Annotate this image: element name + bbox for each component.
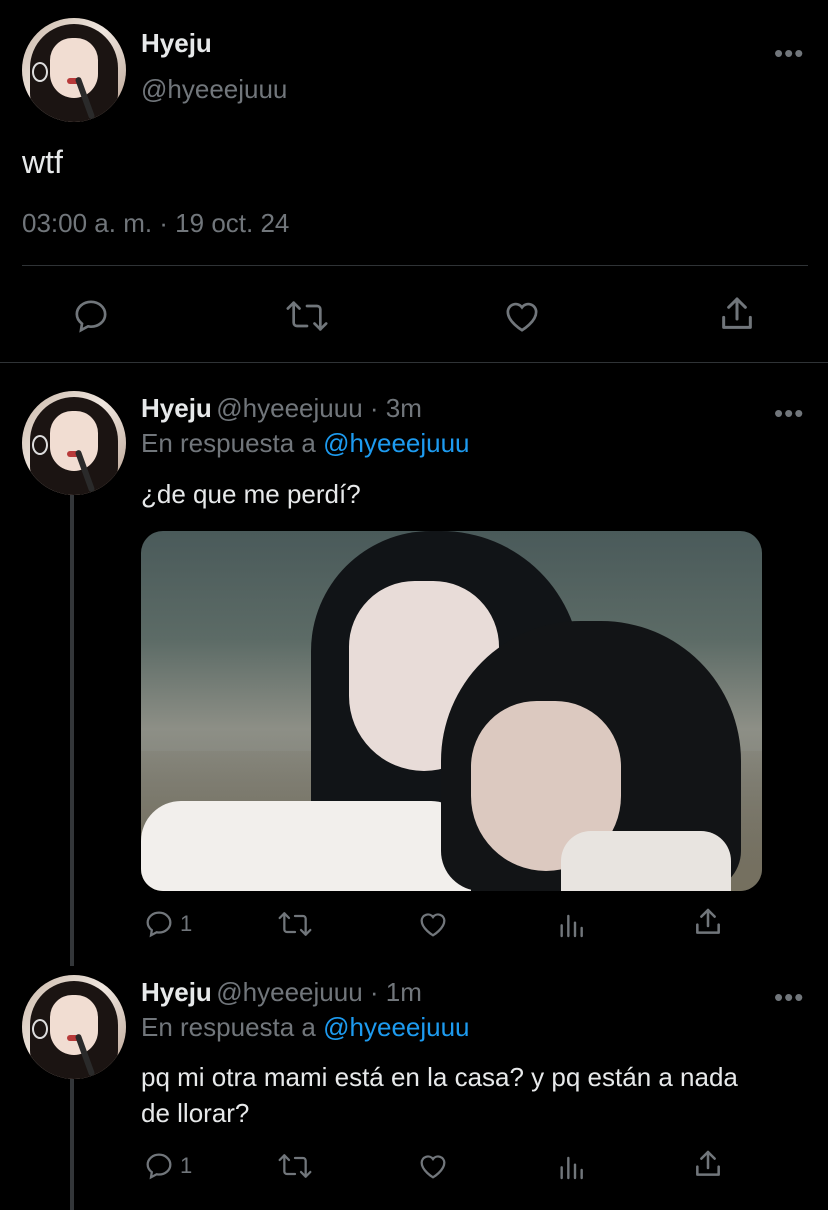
replying-to: En respuesta a @hyeeejuuu: [141, 428, 470, 459]
tweet-text: pq mi otra mami está en la casa? y pq es…: [141, 1062, 738, 1128]
thread-line: [70, 494, 74, 966]
tweet-photo[interactable]: [141, 531, 762, 891]
replying-to-label: En respuesta a: [141, 1012, 316, 1042]
divider: [0, 362, 828, 363]
views-icon[interactable]: [555, 908, 587, 940]
more-options-icon[interactable]: •••: [774, 398, 804, 429]
author-handle[interactable]: @hyeeejuuu: [141, 74, 287, 105]
tweet-thread-page: Hyeju @hyeeejuuu ••• wtf 03:00 a. m. · 1…: [0, 0, 828, 1210]
views-icon[interactable]: [555, 1150, 587, 1182]
replying-to-link[interactable]: @hyeeejuuu: [323, 428, 469, 458]
share-icon[interactable]: [692, 1148, 724, 1180]
thread-line: [70, 1078, 74, 1210]
avatar[interactable]: [22, 975, 126, 1079]
reply-icon[interactable]: [71, 296, 111, 336]
reply-count: 1: [180, 911, 193, 936]
share-icon[interactable]: [717, 294, 757, 334]
author-name[interactable]: Hyeju: [141, 393, 212, 423]
tweet-text: wtf: [22, 144, 63, 180]
more-options-icon[interactable]: •••: [774, 982, 804, 1013]
replying-to: En respuesta a @hyeeejuuu: [141, 1012, 470, 1043]
share-icon[interactable]: [692, 906, 724, 938]
retweet-icon[interactable]: [285, 296, 329, 336]
divider: [22, 265, 808, 266]
replying-to-link[interactable]: @hyeeejuuu: [323, 1012, 469, 1042]
author-handle-time[interactable]: @hyeeejuuu · 1m: [216, 977, 422, 1007]
tweet-timestamp[interactable]: 03:00 a. m. · 19 oct. 24: [22, 208, 289, 239]
tweet-text: ¿de que me perdí?: [141, 479, 361, 509]
like-icon[interactable]: [416, 908, 450, 940]
avatar[interactable]: [22, 391, 126, 495]
author-name[interactable]: Hyeju: [141, 977, 212, 1007]
avatar[interactable]: [22, 18, 126, 122]
like-icon[interactable]: [416, 1150, 450, 1182]
retweet-icon[interactable]: [277, 908, 313, 940]
like-icon[interactable]: [502, 296, 542, 336]
reply-header: Hyeju @hyeeejuuu · 1m: [141, 977, 422, 1008]
reply-header: Hyeju @hyeeejuuu · 3m: [141, 393, 422, 424]
author-name[interactable]: Hyeju: [141, 28, 212, 59]
retweet-icon[interactable]: [277, 1150, 313, 1182]
reply-icon[interactable]: [143, 1150, 175, 1182]
author-handle-time[interactable]: @hyeeejuuu · 3m: [216, 393, 422, 423]
reply-icon[interactable]: [143, 908, 175, 940]
replying-to-label: En respuesta a: [141, 428, 316, 458]
reply-count: 1: [180, 1153, 193, 1178]
more-options-icon[interactable]: •••: [774, 38, 804, 69]
